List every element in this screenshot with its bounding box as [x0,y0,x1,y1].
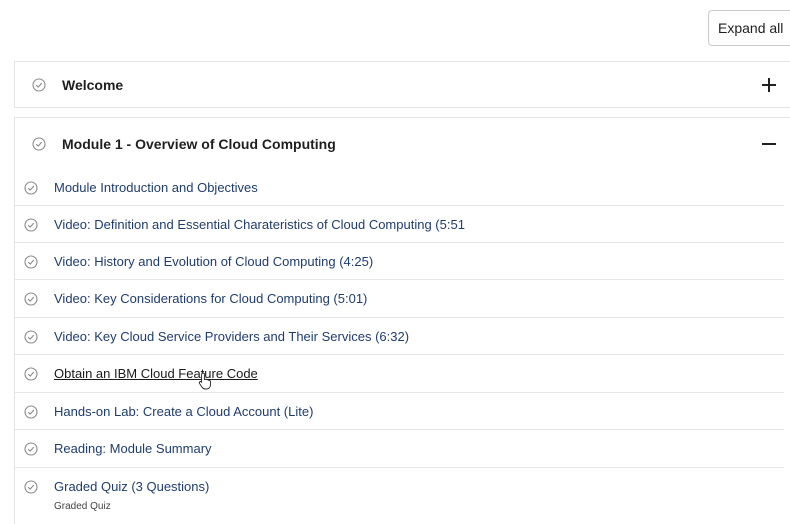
list-item-label[interactable]: Video: Definition and Essential Charater… [54,217,465,232]
check-circle-icon [24,292,38,306]
list-item[interactable]: Video: Definition and Essential Charater… [14,206,784,243]
check-circle-icon [32,137,46,151]
section-welcome-title: Welcome [62,76,124,93]
list-item-label[interactable]: Video: History and Evolution of Cloud Co… [54,254,373,269]
list-item[interactable]: Module Introduction and Objectives [14,169,784,206]
list-item-type: Graded Quiz [54,501,111,512]
expand-all-button[interactable]: Expand all [708,10,790,46]
check-circle-icon [24,367,38,381]
list-item[interactable]: Hands-on Lab: Create a Cloud Account (Li… [14,393,784,430]
minus-icon[interactable] [761,136,777,152]
list-item-label[interactable]: Video: Key Considerations for Cloud Comp… [54,291,367,306]
check-circle-icon [24,218,38,232]
plus-icon[interactable] [761,77,777,93]
list-item-label[interactable]: Module Introduction and Objectives [54,180,258,195]
list-item[interactable]: Reading: Module Summary [14,430,784,468]
list-item-label[interactable]: Reading: Module Summary [54,441,212,456]
check-circle-icon [24,181,38,195]
check-circle-icon [24,480,38,494]
list-item[interactable]: Video: History and Evolution of Cloud Co… [14,243,784,280]
list-item-label[interactable]: Hands-on Lab: Create a Cloud Account (Li… [54,404,313,419]
check-circle-icon [24,405,38,419]
list-item[interactable]: Graded Quiz (3 Questions) Graded Quiz [14,468,784,524]
section-welcome-header[interactable]: Welcome [14,61,790,108]
list-item[interactable]: Obtain an IBM Cloud Feature Code [14,355,784,393]
list-item-label[interactable]: Obtain an IBM Cloud Feature Code [54,366,258,381]
check-circle-icon [24,255,38,269]
check-circle-icon [24,330,38,344]
check-circle-icon [32,78,46,92]
section-module1-header[interactable]: Module 1 - Overview of Cloud Computing [14,117,790,169]
list-item[interactable]: Video: Key Considerations for Cloud Comp… [14,280,784,318]
list-item-label[interactable]: Graded Quiz (3 Questions) [54,479,209,494]
list-item-label[interactable]: Video: Key Cloud Service Providers and T… [54,329,409,344]
hand-cursor-icon [198,372,211,390]
section-module1-title: Module 1 - Overview of Cloud Computing [62,135,336,152]
list-item[interactable]: Video: Key Cloud Service Providers and T… [14,318,784,355]
check-circle-icon [24,442,38,456]
